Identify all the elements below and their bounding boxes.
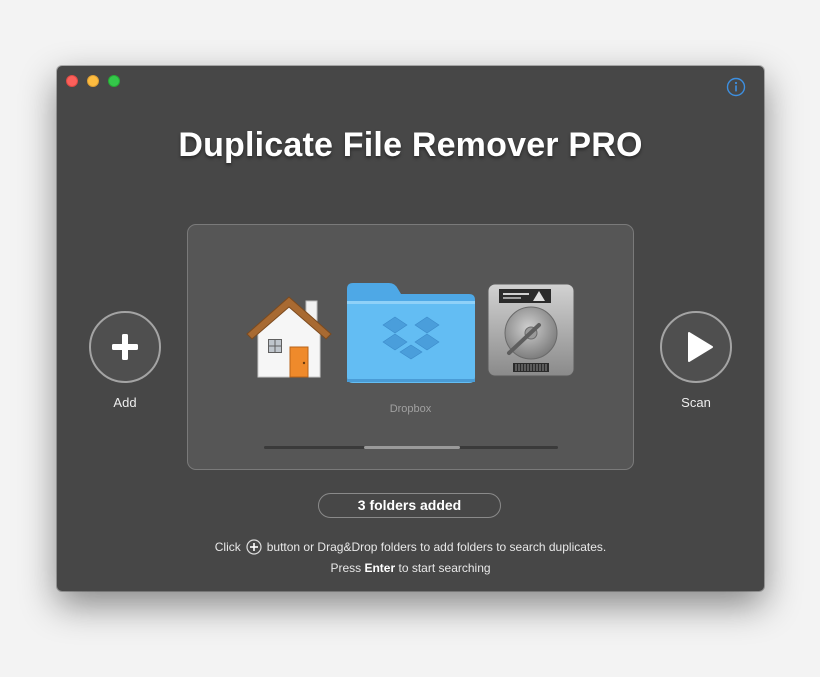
folder-drop-area[interactable]: Dropbox [187, 224, 634, 470]
folders-added-badge: 3 folders added [318, 493, 501, 518]
add-folder-button[interactable] [89, 311, 161, 383]
instruction-line-1: Click button or Drag&Drop folders to add… [57, 539, 764, 555]
scan-button-label: Scan [681, 395, 711, 410]
window-maximize-button[interactable] [108, 75, 120, 87]
dropbox-folder-icon[interactable] [345, 281, 477, 385]
info-icon[interactable] [726, 77, 746, 97]
scan-button[interactable] [660, 311, 732, 383]
play-icon [688, 332, 713, 362]
hint-rest-text: button or Drag&Drop folders to add folde… [266, 540, 607, 554]
hint-enter-key: Enter [364, 561, 396, 575]
home-folder-icon[interactable] [244, 293, 334, 379]
window-close-button[interactable] [66, 75, 78, 87]
hard-drive-icon[interactable] [485, 281, 577, 379]
hint-start-text: to start searching [398, 561, 491, 575]
hint-click-text: Click [214, 540, 241, 554]
folder-scrollbar[interactable] [264, 446, 558, 449]
selected-folder-label: Dropbox [389, 403, 432, 415]
folder-scrollbar-thumb[interactable] [364, 446, 460, 449]
inline-plus-icon [246, 539, 262, 555]
instruction-line-2: Press Enter to start searching [57, 561, 764, 575]
app-window: Duplicate File Remover PRO Add Scan Drop… [57, 66, 764, 591]
add-button-label: Add [113, 395, 137, 410]
app-title: Duplicate File Remover PRO [178, 126, 643, 164]
plus-icon [112, 334, 138, 360]
hint-press-text: Press [330, 561, 362, 575]
window-minimize-button[interactable] [87, 75, 99, 87]
